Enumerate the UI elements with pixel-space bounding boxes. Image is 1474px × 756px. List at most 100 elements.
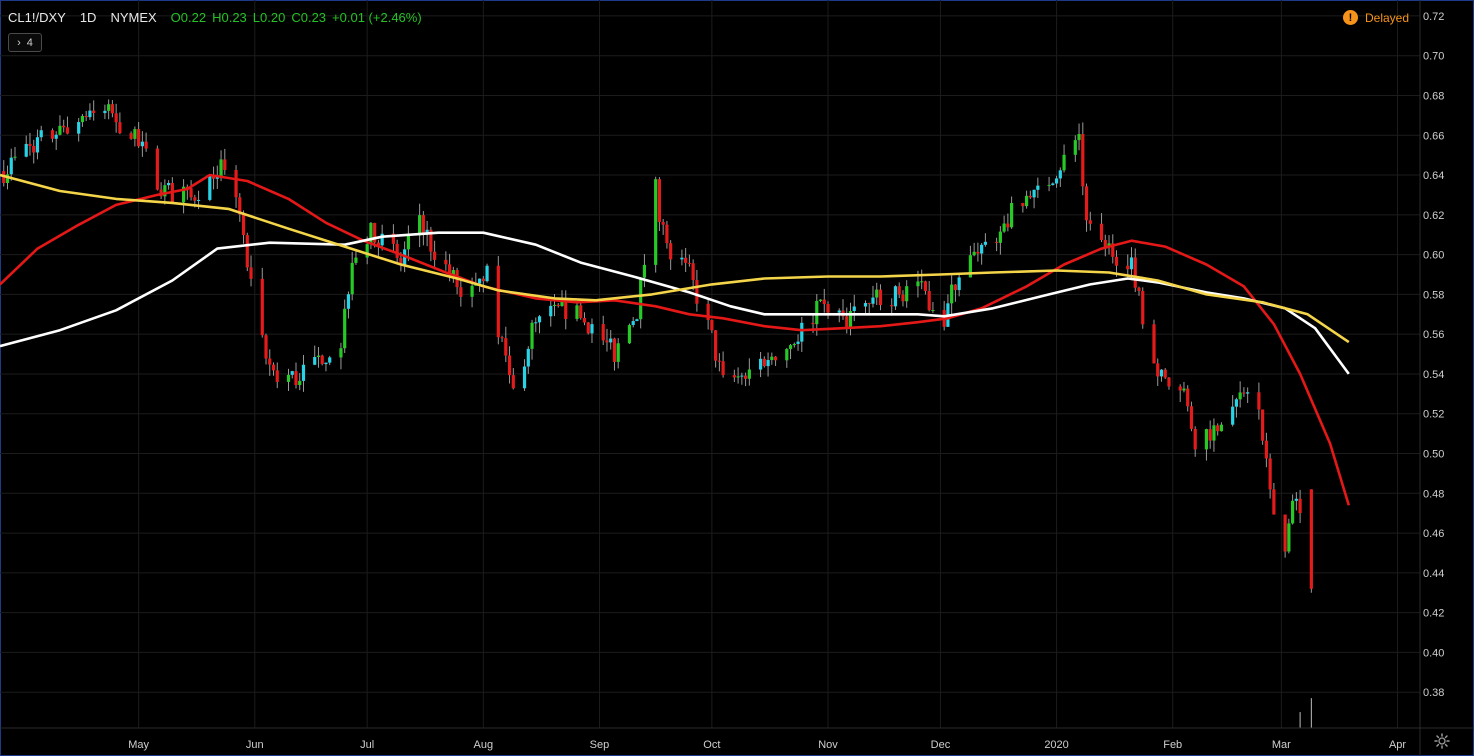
candle — [642, 254, 647, 288]
candle — [1032, 189, 1036, 209]
candle — [762, 356, 766, 368]
candle — [564, 290, 568, 330]
candle — [1298, 489, 1302, 524]
candle — [785, 347, 789, 368]
candle — [575, 302, 579, 322]
gear-icon[interactable] — [1434, 733, 1450, 749]
candle — [507, 346, 512, 384]
candle — [84, 110, 88, 122]
candle — [324, 362, 328, 372]
candle — [88, 103, 92, 120]
warning-icon: ! — [1343, 10, 1358, 25]
change-value: +0.01 (+2.46%) — [332, 10, 422, 25]
candle — [1058, 167, 1062, 187]
delayed-label: Delayed — [1365, 10, 1410, 25]
candle — [65, 116, 70, 135]
y-tick-label: 0.72 — [1423, 11, 1444, 23]
grid — [0, 0, 1420, 728]
candle — [1216, 423, 1220, 436]
candle — [972, 242, 976, 257]
candle — [695, 269, 699, 312]
candle — [354, 250, 358, 265]
candle — [1182, 381, 1186, 393]
candle — [526, 346, 530, 374]
candle — [612, 337, 617, 371]
candle — [313, 345, 317, 366]
y-tick-label: 0.54 — [1423, 369, 1444, 381]
candle — [290, 370, 294, 379]
x-tick-label: 2020 — [1044, 739, 1068, 751]
candle — [590, 318, 594, 343]
candle — [905, 280, 909, 308]
candle — [871, 285, 875, 308]
candle — [920, 269, 924, 290]
candle — [714, 330, 718, 368]
candle — [223, 148, 227, 175]
candle — [770, 352, 774, 365]
indicators-toggle-button[interactable]: › 4 — [8, 33, 42, 52]
candle — [901, 290, 905, 307]
candle — [654, 176, 658, 273]
candle — [1219, 422, 1224, 432]
candle — [1242, 387, 1246, 397]
candle — [766, 352, 770, 377]
price-chart[interactable]: 0.72 0.70 0.68 0.66 0.64 0.62 0.60 0.58 0.56 0.54… — [0, 0, 1474, 756]
price-axis[interactable]: 0.72 0.70 0.68 0.66 0.64 0.62 0.60 0.58 0.56 0.54… — [1423, 11, 1444, 699]
candle — [927, 281, 931, 312]
candle — [582, 312, 587, 326]
candle — [923, 280, 928, 295]
y-tick-label: 0.50 — [1423, 449, 1444, 461]
candle — [1156, 358, 1160, 386]
candle — [511, 368, 515, 390]
candle — [665, 220, 669, 249]
candle — [1212, 418, 1216, 452]
candle — [238, 193, 242, 222]
candle — [208, 174, 212, 202]
candle — [395, 239, 399, 263]
symbol-label[interactable]: CL1!/DXY — [8, 10, 66, 25]
delayed-indicator[interactable]: ! Delayed — [1343, 10, 1409, 25]
candle — [1073, 135, 1077, 162]
candle — [28, 132, 32, 156]
interval-label[interactable]: 1D — [80, 10, 97, 25]
candle — [1047, 176, 1051, 192]
candle — [1204, 428, 1209, 461]
candle — [1159, 369, 1164, 382]
candle — [1099, 213, 1104, 243]
x-tick-label: Feb — [1163, 739, 1182, 751]
candle — [818, 299, 823, 303]
y-tick-label: 0.52 — [1423, 409, 1444, 421]
candle — [950, 275, 954, 315]
candle — [743, 372, 748, 387]
candle — [155, 145, 159, 191]
candle — [657, 177, 662, 231]
candle — [58, 115, 62, 136]
moving-average-lines — [0, 173, 1351, 506]
candle — [1062, 144, 1066, 173]
candle — [852, 294, 856, 322]
candle — [339, 342, 343, 370]
candle — [534, 317, 538, 333]
candle — [1036, 177, 1040, 198]
candle — [62, 119, 66, 133]
candle — [1246, 387, 1250, 404]
candle — [39, 125, 43, 142]
candle — [995, 237, 999, 252]
candle — [845, 307, 849, 334]
x-tick-label: Aug — [474, 739, 494, 751]
candle — [758, 351, 763, 378]
candle — [294, 362, 298, 389]
candle — [320, 354, 324, 366]
candle — [800, 316, 804, 352]
time-axis[interactable]: May Jun Jul Aug Sep Oct Nov Dec 2020 Feb Mar Apr — [128, 739, 1406, 751]
candle — [1268, 453, 1272, 499]
candle — [661, 219, 665, 235]
candle — [878, 284, 883, 311]
candle — [504, 326, 508, 363]
candle — [1002, 215, 1006, 233]
candle — [167, 180, 171, 190]
candle — [635, 318, 639, 322]
y-tick-label: 0.62 — [1423, 210, 1444, 222]
candle — [740, 372, 744, 385]
candle — [133, 126, 137, 147]
